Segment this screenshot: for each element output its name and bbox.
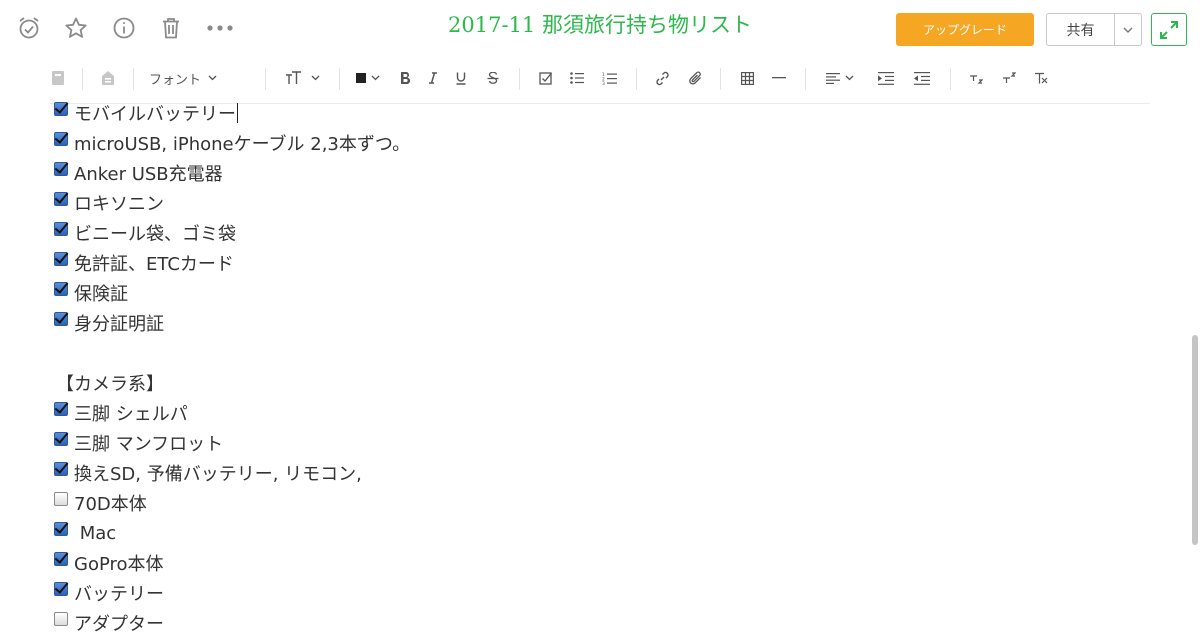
svg-text:3: 3 bbox=[602, 81, 605, 85]
attachment-icon[interactable] bbox=[685, 66, 705, 90]
checklist-item-text: 換えSD, 予備バッテリー, リモコン, bbox=[74, 464, 362, 485]
checklist-item: Anker USB充電器 bbox=[54, 158, 1154, 188]
checklist-item-text: 三脚 マンフロット bbox=[74, 434, 224, 455]
toolbar-separator bbox=[339, 68, 340, 90]
checklist-item-text: 保険証 bbox=[74, 284, 128, 305]
note-header: 2017-11 那須旅行持ち物リスト アップグレード 共有 bbox=[0, 0, 1200, 58]
upgrade-button[interactable]: アップグレード bbox=[896, 13, 1034, 46]
checkbox-checked[interactable] bbox=[54, 312, 68, 326]
checklist-item-text: 身分証明証 bbox=[74, 314, 164, 335]
checkbox-checked[interactable] bbox=[54, 402, 68, 416]
toolbar-separator bbox=[82, 68, 83, 90]
info-icon[interactable] bbox=[110, 14, 138, 42]
link-icon[interactable] bbox=[652, 66, 672, 90]
more-icon[interactable] bbox=[206, 14, 234, 42]
chevron-down-icon[interactable] bbox=[1115, 14, 1141, 45]
checkbox-checked[interactable] bbox=[54, 462, 68, 476]
checklist-item: モバイルバッテリー bbox=[54, 98, 1154, 128]
font-family-dropdown[interactable]: フォント bbox=[149, 66, 229, 90]
scrollbar[interactable] bbox=[1192, 335, 1198, 545]
checkbox-checked[interactable] bbox=[54, 522, 68, 536]
expand-icon[interactable] bbox=[1151, 13, 1187, 46]
note-title[interactable]: 2017-11 那須旅行持ち物リスト bbox=[300, 9, 900, 39]
checklist-item: 身分証明証 bbox=[54, 308, 1154, 338]
checklist-item-text: 三脚 シェルパ bbox=[74, 404, 188, 425]
checklist-item: microUSB, iPhoneケーブル 2,3本ずつ。 bbox=[54, 128, 1154, 158]
checkbox-checked[interactable] bbox=[54, 132, 68, 146]
checklist-item-text: ロキソニン bbox=[74, 194, 164, 215]
checklist-item-text: 70D本体 bbox=[74, 494, 147, 515]
checkbox-checked[interactable] bbox=[54, 432, 68, 446]
share-label: 共有 bbox=[1047, 14, 1115, 45]
tag-icon[interactable] bbox=[98, 66, 118, 90]
checklist-item-text: バッテリー bbox=[74, 584, 164, 605]
toolbar-separator bbox=[133, 68, 134, 90]
numbered-list-icon[interactable]: 123 bbox=[599, 66, 619, 90]
alarm-icon[interactable] bbox=[15, 14, 43, 42]
checklist-item: アダプター bbox=[54, 608, 1154, 638]
indent-icon[interactable] bbox=[876, 66, 896, 90]
trash-icon[interactable] bbox=[157, 14, 185, 42]
checklist-item: 三脚 マンフロット bbox=[54, 428, 1154, 458]
checkbox-checked[interactable] bbox=[54, 252, 68, 266]
table-icon[interactable] bbox=[737, 66, 757, 90]
checkbox-checked[interactable] bbox=[54, 162, 68, 176]
star-icon[interactable] bbox=[62, 14, 90, 42]
toolbar-separator bbox=[720, 68, 721, 90]
checklist-item: ロキソニン bbox=[54, 188, 1154, 218]
outdent-icon[interactable] bbox=[912, 66, 932, 90]
underline-icon[interactable] bbox=[452, 66, 470, 90]
checklist-item: 換えSD, 予備バッテリー, リモコン, bbox=[54, 458, 1154, 488]
superscript-icon[interactable] bbox=[999, 66, 1019, 90]
checklist-item-text: Anker USB充電器 bbox=[74, 164, 223, 185]
clear-format-icon[interactable] bbox=[1031, 66, 1051, 90]
horizontal-rule-icon[interactable] bbox=[768, 66, 790, 90]
checklist-item: 保険証 bbox=[54, 278, 1154, 308]
text-color-dropdown[interactable] bbox=[352, 66, 384, 90]
toolbar-separator bbox=[805, 68, 806, 90]
checklist-item-text: microUSB, iPhoneケーブル 2,3本ずつ。 bbox=[74, 134, 411, 155]
checklist-item: 三脚 シェルパ bbox=[54, 398, 1154, 428]
checklist-item: 免許証、ETCカード bbox=[54, 248, 1154, 278]
note-body[interactable]: モバイルバッテリー microUSB, iPhoneケーブル 2,3本ずつ。 A… bbox=[54, 98, 1154, 638]
checklist-item: 70D本体 bbox=[54, 488, 1154, 518]
checkbox-checked[interactable] bbox=[54, 582, 68, 596]
format-toolbar: フォント 123 bbox=[0, 60, 1200, 96]
checklist-item-text: GoPro本体 bbox=[74, 554, 164, 575]
checklist-item: ビニール袋、ゴミ袋 bbox=[54, 218, 1154, 248]
checklist-item-text: モバイルバッテリー bbox=[74, 104, 236, 125]
bullet-list-icon[interactable] bbox=[567, 66, 587, 90]
toolbar-separator bbox=[950, 68, 951, 90]
subscript-icon[interactable] bbox=[966, 66, 986, 90]
checkbox-unchecked[interactable] bbox=[54, 492, 68, 506]
checkbox-unchecked[interactable] bbox=[54, 612, 68, 626]
checkbox-checked[interactable] bbox=[54, 282, 68, 296]
notebook-icon[interactable] bbox=[48, 66, 68, 90]
checkbox-checked[interactable] bbox=[54, 192, 68, 206]
italic-icon[interactable] bbox=[424, 66, 442, 90]
toolbar-separator bbox=[265, 68, 266, 90]
checklist-item-text: Mac bbox=[74, 522, 117, 544]
checklist-item-text: 免許証、ETCカード bbox=[74, 254, 234, 275]
toolbar-separator bbox=[519, 68, 520, 90]
checklist-item-text: ビニール袋、ゴミ袋 bbox=[74, 224, 236, 245]
text-cursor bbox=[237, 103, 238, 123]
toolbar-separator bbox=[636, 68, 637, 90]
align-dropdown[interactable] bbox=[822, 66, 858, 90]
bold-icon[interactable] bbox=[396, 66, 414, 90]
checklist-item: Mac bbox=[54, 518, 1154, 548]
font-size-dropdown[interactable] bbox=[282, 66, 322, 90]
checklist-item: GoPro本体 bbox=[54, 548, 1154, 578]
checkbox-icon[interactable] bbox=[536, 66, 556, 90]
checkbox-checked[interactable] bbox=[54, 102, 68, 116]
checklist-item: バッテリー bbox=[54, 578, 1154, 608]
checkbox-checked[interactable] bbox=[54, 552, 68, 566]
share-button[interactable]: 共有 bbox=[1046, 13, 1142, 46]
strikethrough-icon[interactable] bbox=[484, 66, 502, 90]
font-family-label: フォント bbox=[149, 72, 202, 88]
checkbox-checked[interactable] bbox=[54, 222, 68, 236]
section-heading: 【カメラ系】 bbox=[56, 374, 164, 395]
checklist-item-text: アダプター bbox=[74, 614, 164, 635]
